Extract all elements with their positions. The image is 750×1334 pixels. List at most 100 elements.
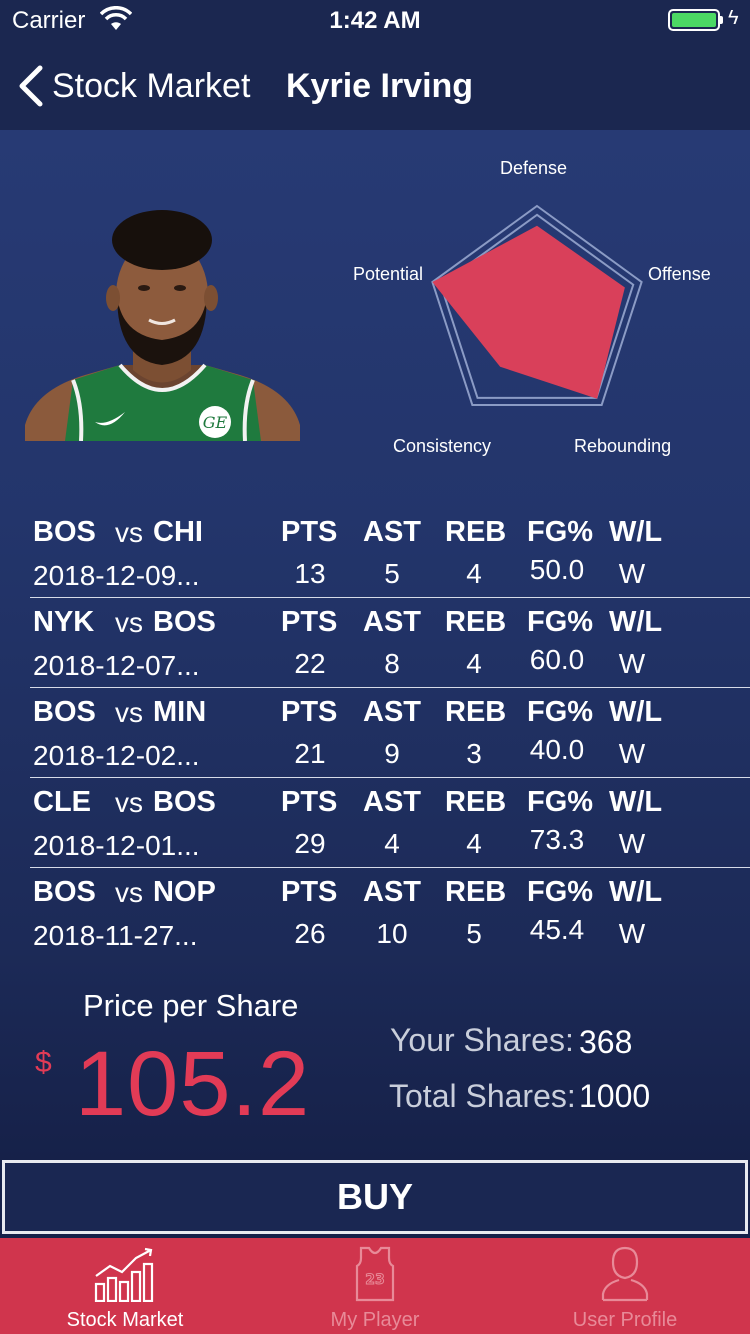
- home-team: BOS: [33, 696, 96, 728]
- home-team: BOS: [33, 876, 96, 908]
- value-reb: 4: [466, 558, 482, 589]
- game-row[interactable]: CLE vs BOS 2018-12-01... PTS 29 AST 4 REB 4 FG% 73.…: [0, 778, 750, 868]
- value-wl: W: [618, 828, 646, 859]
- value-wl: W: [618, 558, 646, 589]
- header-fg: FG%: [527, 696, 594, 728]
- value-reb: 4: [466, 648, 482, 679]
- currency-symbol: $: [35, 1046, 52, 1079]
- game-date: 2018-12-02...: [33, 740, 200, 771]
- vs-label: vs: [115, 607, 143, 638]
- value-fg: 40.0: [529, 734, 585, 765]
- tab-stock-market[interactable]: Stock Market: [0, 1238, 250, 1334]
- home-team: BOS: [33, 516, 96, 548]
- game-date: 2018-12-01...: [33, 830, 200, 861]
- away-team: BOS: [153, 606, 216, 638]
- player-radar-chart: Defense Offense Rebounding Consistency P…: [340, 150, 740, 470]
- header-pts: PTS: [281, 696, 338, 728]
- tab-my-player[interactable]: 23 My Player: [250, 1238, 500, 1334]
- header-pts: PTS: [281, 876, 338, 908]
- nav-bar: Stock Market Kyrie Irving: [0, 40, 750, 130]
- value-ast: 4: [384, 828, 400, 859]
- vs-label: vs: [115, 877, 143, 908]
- value-ast: 10: [376, 918, 408, 949]
- player-photo: GE: [25, 210, 300, 441]
- user-icon: [601, 1246, 649, 1302]
- header-fg: FG%: [527, 876, 594, 908]
- game-row[interactable]: BOS vs MIN 2018-12-02... PTS 21 AST 9 REB 3 FG% 40.…: [0, 688, 750, 778]
- value-fg: 50.0: [529, 554, 585, 585]
- value-pts: 13: [294, 558, 326, 589]
- page-title: Kyrie Irving: [286, 67, 474, 105]
- value-pts: 26: [294, 918, 326, 949]
- game-row[interactable]: BOS vs NOP 2018-11-27... PTS 26 AST 10 REB 5 FG% 45…: [0, 868, 750, 958]
- game-row[interactable]: BOS vs CHI 2018-12-09... PTS 13 AST 5 REB 4 FG% 50.…: [0, 508, 750, 598]
- game-date: 2018-12-09...: [33, 560, 200, 591]
- vs-label: vs: [115, 787, 143, 818]
- value-pts: 22: [294, 648, 326, 679]
- radar-label-consistency: Consistency: [393, 436, 492, 456]
- tab-bar: Stock Market 23 My Player User Profile: [0, 1238, 750, 1334]
- away-team: CHI: [153, 516, 203, 548]
- away-team: BOS: [153, 786, 216, 818]
- radar-label-defense: Defense: [500, 158, 568, 178]
- value-ast: 8: [384, 648, 400, 679]
- status-time: 1:42 AM: [329, 7, 421, 34]
- game-log: BOS vs CHI 2018-12-09... PTS 13 AST 5 REB 4 FG% 50.…: [0, 508, 750, 958]
- your-shares-value: 368: [579, 1024, 633, 1060]
- battery-icon: [668, 9, 720, 31]
- header-ast: AST: [363, 696, 421, 728]
- header-reb: REB: [445, 876, 507, 908]
- tab-label-stock-market: Stock Market: [66, 1309, 184, 1331]
- header-fg: FG%: [527, 786, 594, 818]
- radar-label-rebounding: Rebounding: [574, 436, 672, 456]
- total-shares-label: Total Shares:: [389, 1078, 576, 1114]
- value-wl: W: [618, 738, 646, 769]
- value-reb: 4: [466, 828, 482, 859]
- chevron-left-icon: [19, 65, 43, 107]
- buy-button[interactable]: BUY: [2, 1160, 748, 1234]
- value-pts: 29: [294, 828, 326, 859]
- header-wl: W/L: [609, 696, 663, 728]
- tab-user-profile[interactable]: User Profile: [500, 1238, 750, 1334]
- vs-label: vs: [115, 517, 143, 548]
- value-reb: 5: [466, 918, 482, 949]
- header-ast: AST: [363, 516, 421, 548]
- jersey-number: 23: [365, 1272, 384, 1288]
- app-screen: Carrier 1:42 AM ϟ Stock Market Kyrie Irv…: [0, 0, 750, 1334]
- header-wl: W/L: [609, 876, 663, 908]
- value-fg: 60.0: [529, 644, 585, 675]
- away-team: NOP: [153, 876, 216, 908]
- value-reb: 3: [466, 738, 482, 769]
- chart-icon: [94, 1247, 154, 1302]
- header-wl: W/L: [609, 786, 663, 818]
- your-shares-label: Your Shares:: [390, 1022, 574, 1058]
- header-pts: PTS: [281, 516, 338, 548]
- jersey-logo: GE: [203, 413, 228, 432]
- radar-svg: [431, 204, 643, 406]
- value-wl: W: [618, 648, 646, 679]
- back-button[interactable]: Stock Market: [16, 64, 250, 108]
- home-team: CLE: [33, 786, 91, 818]
- back-label: Stock Market: [52, 66, 251, 105]
- status-bar: Carrier 1:42 AM ϟ: [0, 0, 750, 40]
- price-label: Price per Share: [83, 988, 299, 1023]
- total-shares-value: 1000: [579, 1078, 651, 1114]
- header-ast: AST: [363, 876, 421, 908]
- game-date: 2018-12-07...: [33, 650, 200, 681]
- tab-label-my-player: My Player: [330, 1309, 420, 1331]
- header-pts: PTS: [281, 606, 338, 638]
- value-ast: 9: [384, 738, 400, 769]
- battery-nub: [720, 16, 723, 24]
- header-wl: W/L: [609, 606, 663, 638]
- price-value: 105.2: [75, 1033, 311, 1135]
- jersey-icon: 23: [355, 1246, 395, 1302]
- header-pts: PTS: [281, 786, 338, 818]
- value-fg: 73.3: [529, 824, 585, 855]
- value-fg: 45.4: [529, 914, 585, 945]
- radar-label-potential: Potential: [353, 264, 424, 284]
- away-team: MIN: [153, 696, 207, 728]
- header-fg: FG%: [527, 516, 594, 548]
- game-row[interactable]: NYK vs BOS 2018-12-07... PTS 22 AST 8 REB 4 FG% 60.…: [0, 598, 750, 688]
- header-reb: REB: [445, 786, 507, 818]
- header-reb: REB: [445, 516, 507, 548]
